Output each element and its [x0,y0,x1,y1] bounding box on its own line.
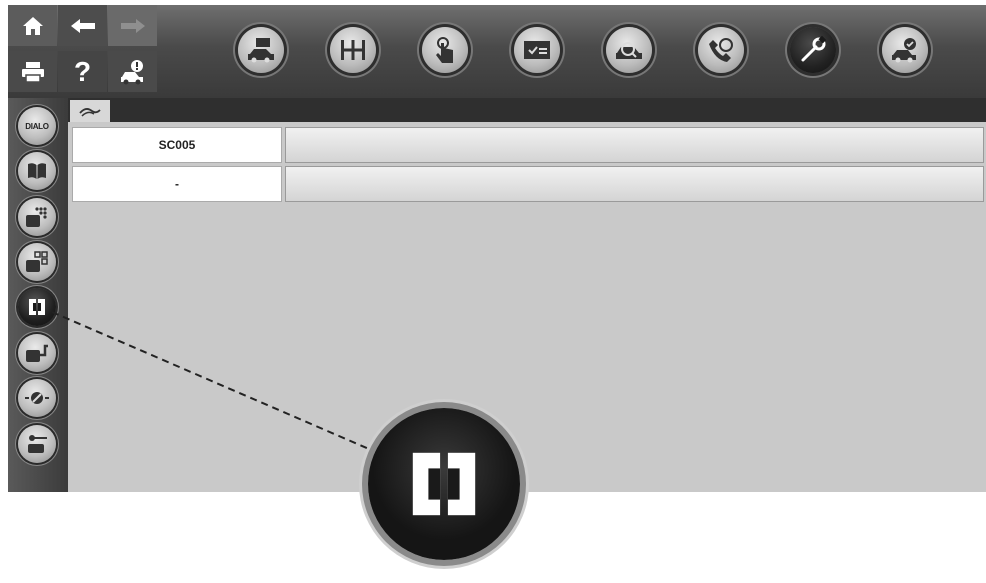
zoomed-connector-callout [368,408,520,560]
connector-icon [412,452,476,516]
